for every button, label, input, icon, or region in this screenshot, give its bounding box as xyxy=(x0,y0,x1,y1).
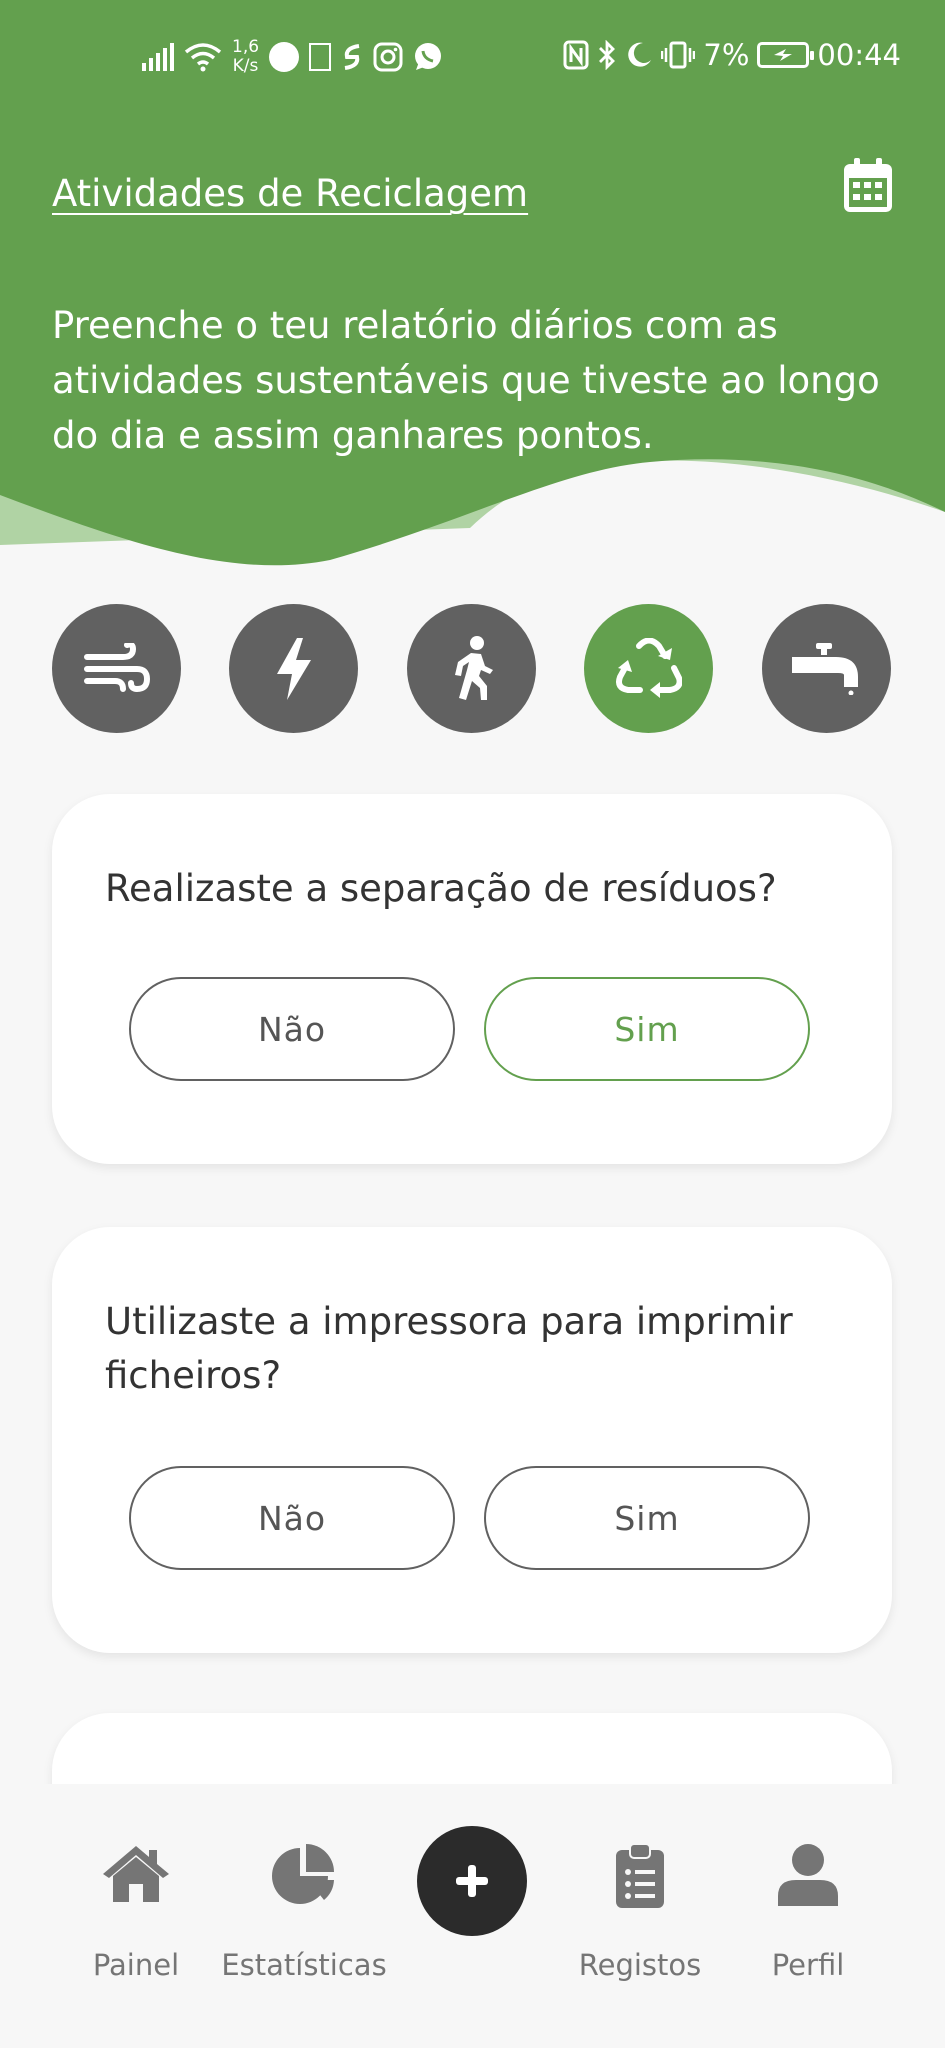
wind-icon xyxy=(83,642,150,692)
answer-yes-button[interactable]: Sim xyxy=(484,1466,810,1570)
moon-icon xyxy=(628,42,652,67)
bluetooth-icon xyxy=(599,40,616,70)
instagram-icon xyxy=(373,42,403,72)
wifi-icon xyxy=(184,43,222,72)
battery-icon xyxy=(757,42,815,68)
category-mobility[interactable] xyxy=(407,604,536,733)
category-recycling[interactable] xyxy=(584,604,713,733)
category-water[interactable] xyxy=(762,604,891,733)
nav-item-registos[interactable]: Registos xyxy=(578,1844,702,1982)
question-card: Realizaste a separação de resíduos? Não … xyxy=(52,794,892,1164)
question-text: Utilizaste a impressora para imprimir fi… xyxy=(105,1300,793,1397)
pie-chart-icon xyxy=(272,1844,334,1904)
lightning-icon xyxy=(276,637,311,700)
clipboard-list-icon xyxy=(616,1844,664,1908)
user-icon xyxy=(778,1844,838,1906)
status-bar: 1,6 K/s 7% 00:44 xyxy=(0,30,945,90)
answer-yes-button[interactable]: Sim xyxy=(484,977,810,1081)
question-text: Realizaste a separação de resíduos? xyxy=(105,867,777,910)
bottom-navigation: Painel Estatísticas Registos Perfil xyxy=(0,1784,945,2048)
app-notification-icon xyxy=(269,42,300,72)
sync-icon xyxy=(344,44,360,70)
net-speed-value: 1,6 xyxy=(232,37,260,57)
category-selector xyxy=(52,604,894,733)
question-card: Utilizaste a impressora para imprimir fi… xyxy=(52,1227,892,1653)
recycle-icon xyxy=(615,637,682,698)
plus-icon xyxy=(456,1865,488,1897)
faucet-icon xyxy=(791,642,858,695)
nav-label: Registos xyxy=(578,1948,702,1982)
nav-item-painel[interactable]: Painel xyxy=(88,1844,184,1982)
answer-no-button[interactable]: Não xyxy=(129,977,455,1081)
net-speed-unit: K/s xyxy=(232,56,259,76)
page-description: Preenche o teu relatório diários com as … xyxy=(52,304,880,457)
home-icon xyxy=(103,1846,169,1902)
net-speed: 1,6 K/s xyxy=(232,38,259,76)
signal-icon xyxy=(142,43,174,71)
nfc-icon xyxy=(563,40,589,70)
answer-no-button[interactable]: Não xyxy=(129,1466,455,1570)
vibrate-icon xyxy=(661,41,696,69)
nav-item-estatisticas[interactable]: Estatísticas xyxy=(218,1844,390,1982)
walking-icon xyxy=(454,635,493,700)
battery-percent: 7% xyxy=(703,38,750,72)
page-title[interactable]: Atividades de Reciclagem xyxy=(52,172,528,215)
nav-item-perfil[interactable]: Perfil xyxy=(762,1844,854,1982)
add-activity-button[interactable] xyxy=(417,1826,527,1936)
calendar-button[interactable] xyxy=(844,158,892,212)
category-energy[interactable] xyxy=(229,604,358,733)
category-wind[interactable] xyxy=(52,604,181,733)
whatsapp-icon xyxy=(415,43,442,70)
calendar-icon xyxy=(844,158,892,212)
clock: 00:44 xyxy=(817,38,901,72)
nav-label: Estatísticas xyxy=(221,1948,387,1982)
sim-icon xyxy=(309,43,332,71)
nav-label: Painel xyxy=(92,1948,180,1982)
header: 1,6 K/s 7% 00:44 Atividades de Reciclage… xyxy=(0,0,945,570)
nav-label: Perfil xyxy=(771,1948,845,1982)
